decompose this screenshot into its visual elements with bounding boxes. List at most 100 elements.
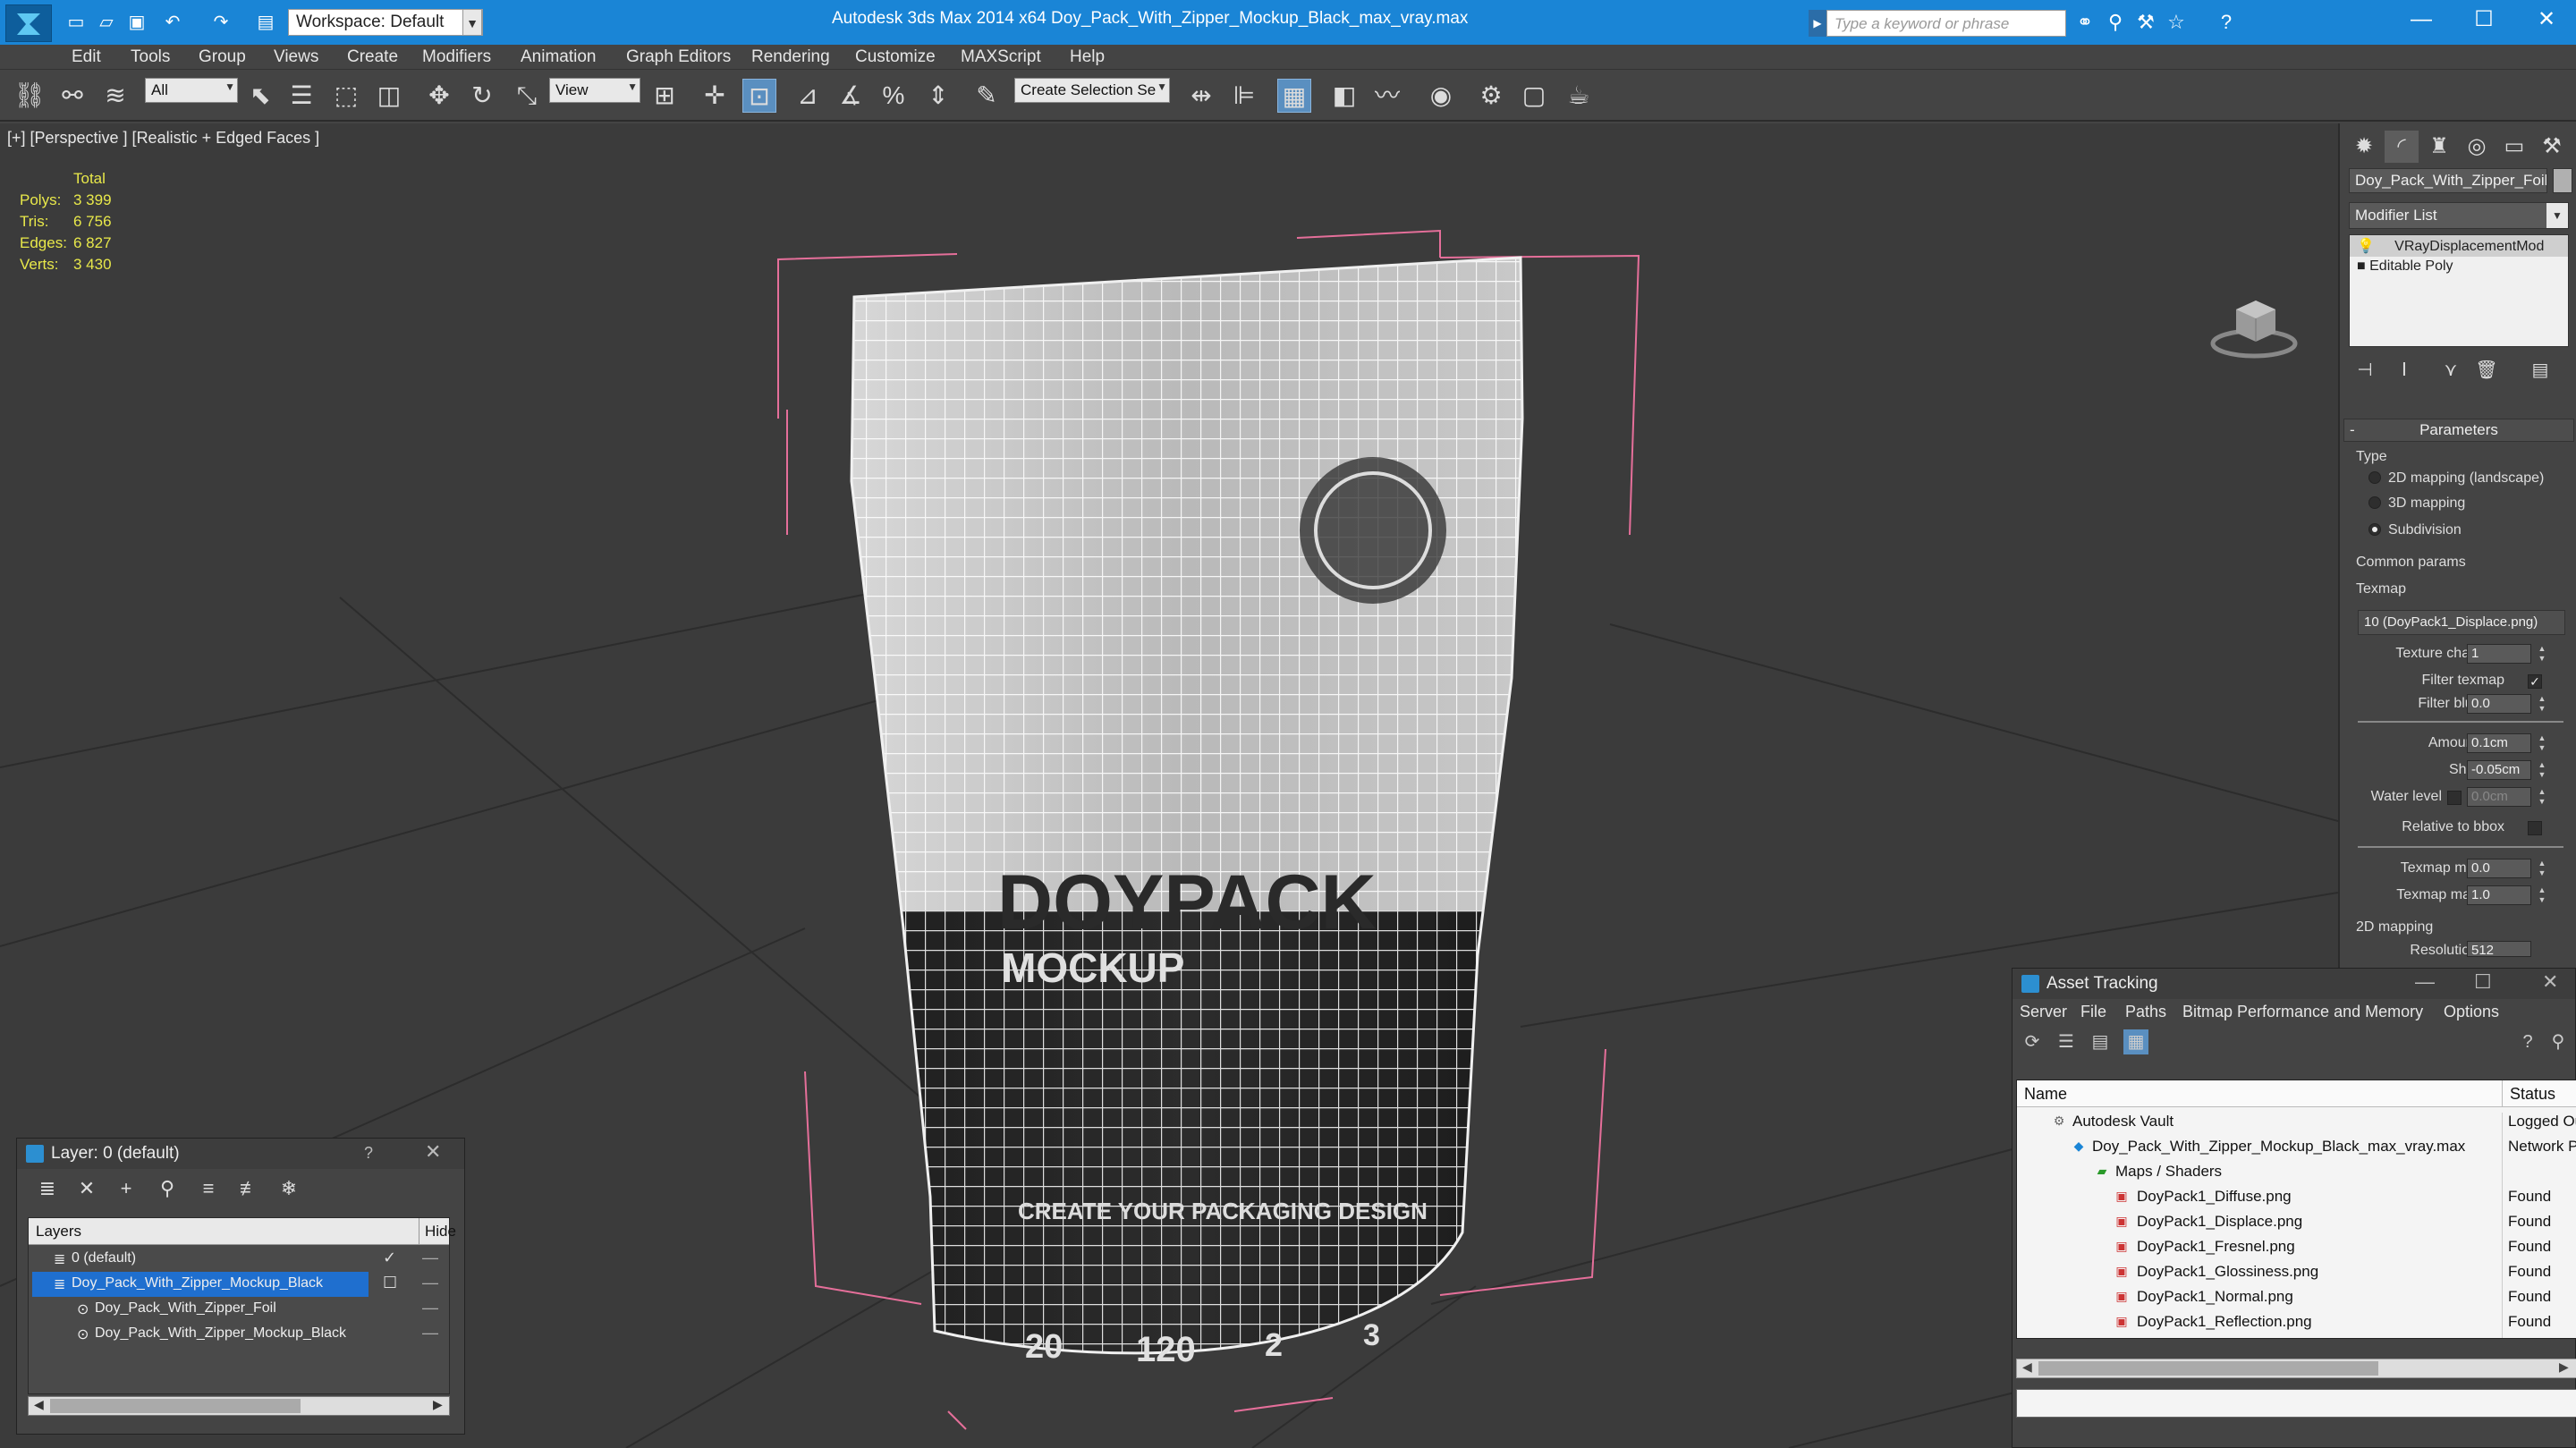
scroll-right-icon[interactable]: ▶ <box>2559 1359 2569 1375</box>
select-in-layer-icon[interactable]: ⚲ <box>155 1176 180 1201</box>
remove-modifier-icon[interactable]: 🗑 <box>2474 358 2499 383</box>
hide-toggle-icon[interactable]: — <box>422 1249 438 1267</box>
column-header-status[interactable]: Status <box>2502 1080 2555 1107</box>
pivot-center-icon[interactable]: ⊞ <box>648 79 682 113</box>
lightbulb-icon[interactable]: 💡 <box>2357 239 2375 254</box>
select-object-icon[interactable]: ⬉ <box>243 79 277 113</box>
material-editor-icon[interactable]: ◉ <box>1424 79 1458 113</box>
table-row[interactable]: ▣ DoyPack1_Displace.png Found <box>2017 1209 2576 1238</box>
scroll-right-icon[interactable]: ▶ <box>433 1397 443 1412</box>
viewport-label[interactable]: [+] [Perspective ] [Realistic + Edged Fa… <box>7 129 319 148</box>
modifier-stack-item[interactable]: ■ Editable Poly <box>2350 257 2568 278</box>
menu-graph-editors[interactable]: Graph Editors <box>626 47 731 67</box>
table-row[interactable]: ▰ Maps / Shaders <box>2017 1159 2576 1188</box>
object-color-swatch[interactable] <box>2553 168 2572 193</box>
rendered-frame-window-icon[interactable]: ▢ <box>1517 79 1551 113</box>
active-layer-check-icon[interactable]: ✓ <box>383 1249 396 1267</box>
spinner-snap-icon[interactable]: ⇕ <box>921 79 955 113</box>
menu-options[interactable]: Options <box>2444 1003 2499 1021</box>
move-icon[interactable]: ✥ <box>422 79 456 113</box>
hierarchy-tab-icon[interactable]: ♜ <box>2422 131 2456 163</box>
project-folder-icon[interactable]: ▤ <box>254 11 277 34</box>
hide-all-layers-icon[interactable]: ≢ <box>237 1176 262 1201</box>
help-button[interactable]: ? <box>364 1144 373 1163</box>
radio-3d-mapping[interactable]: 3D mapping <box>2368 495 2465 512</box>
table-row[interactable]: ▣ DoyPack1_Reflection.png Found <box>2017 1309 2576 1338</box>
display-tab-icon[interactable]: ▭ <box>2497 131 2531 163</box>
help-icon[interactable]: ? <box>2215 11 2238 34</box>
angle-snap-icon[interactable]: ∡ <box>834 79 868 113</box>
spinner-arrows-icon[interactable]: ▲ ▼ <box>2537 694 2547 714</box>
scene-explorer-icon[interactable]: ▦ <box>1277 79 1311 113</box>
app-logo-button[interactable] <box>5 4 52 42</box>
new-file-icon[interactable]: ▭ <box>64 11 88 34</box>
menu-rendering[interactable]: Rendering <box>751 47 830 67</box>
save-file-icon[interactable]: ▣ <box>125 11 148 34</box>
hide-toggle-icon[interactable]: — <box>422 1299 438 1317</box>
column-header-layers[interactable]: Layers <box>36 1223 81 1241</box>
scroll-left-icon[interactable]: ◀ <box>34 1397 44 1412</box>
menu-create[interactable]: Create <box>347 47 398 67</box>
texmap-max-spinner[interactable]: 1.0 <box>2467 885 2531 905</box>
menu-tools[interactable]: Tools <box>131 47 170 67</box>
select-by-name-icon[interactable]: ☰ <box>284 79 318 113</box>
scroll-left-icon[interactable]: ◀ <box>2022 1359 2032 1375</box>
modify-tab-icon[interactable]: ◜ <box>2385 131 2419 163</box>
layer-row-selected[interactable]: ≣ Doy_Pack_With_Zipper_Mockup_Black ☐ — <box>29 1272 449 1297</box>
edit-named-selection-icon[interactable]: ✎ <box>970 79 1004 113</box>
highlight-layer-icon[interactable]: ≡ <box>196 1176 221 1201</box>
layer-row[interactable]: ≣ 0 (default) ✓ — <box>29 1247 449 1272</box>
tree-view-icon[interactable]: ▤ <box>2088 1029 2113 1054</box>
table-row[interactable]: ▣ DoyPack1_Diffuse.png Found <box>2017 1184 2576 1213</box>
texmap-min-spinner[interactable]: 0.0 <box>2467 859 2531 878</box>
active-layer-toggle-icon[interactable]: ☐ <box>383 1274 397 1292</box>
workspace-dropdown[interactable]: Workspace: Default <box>288 9 483 36</box>
layer-row[interactable]: ⊙ Doy_Pack_With_Zipper_Mockup_Black — <box>29 1322 449 1347</box>
redo-icon[interactable]: ↷ <box>209 11 233 34</box>
spinner-arrows-icon[interactable]: ▲ ▼ <box>2537 859 2547 878</box>
make-unique-icon[interactable]: ⋎ <box>2438 358 2463 383</box>
pin-icon[interactable]: ⚲ <box>2546 1029 2571 1054</box>
shift-spinner[interactable]: -0.05cm <box>2467 760 2531 780</box>
window-crossing-icon[interactable]: ◫ <box>372 79 406 113</box>
named-selection-sets-dropdown[interactable]: Create Selection Se ▼ <box>1014 78 1170 103</box>
subscription-icon[interactable]: ⚒ <box>2134 11 2157 34</box>
spinner-arrows-icon[interactable]: ▲ ▼ <box>2537 733 2547 753</box>
unlink-icon[interactable]: ⚯ <box>55 79 89 113</box>
layer-window-titlebar[interactable]: Layer: 0 (default) ? ✕ <box>17 1139 464 1169</box>
reference-coordinate-dropdown[interactable]: View ▼ <box>549 78 640 103</box>
open-file-icon[interactable]: ▱ <box>95 11 118 34</box>
filter-texmap-checkbox[interactable]: ✓ <box>2528 674 2542 689</box>
asset-path-field[interactable] <box>2016 1389 2576 1418</box>
layer-manager-icon[interactable]: ◧ <box>1327 79 1361 113</box>
menu-modifiers[interactable]: Modifiers <box>422 47 491 67</box>
scale-icon[interactable]: ⤡ <box>510 79 544 113</box>
link-icon[interactable]: ⛓ <box>13 79 47 113</box>
list-view-icon[interactable]: ☰ <box>2054 1029 2079 1054</box>
menu-customize[interactable]: Customize <box>855 47 936 67</box>
menu-animation[interactable]: Animation <box>521 47 597 67</box>
hide-toggle-icon[interactable]: — <box>422 1324 438 1342</box>
asset-tracking-titlebar[interactable]: Asset Tracking — ☐ ✕ <box>2012 969 2575 999</box>
keyboard-shortcut-override-icon[interactable]: ⊡ <box>742 79 776 113</box>
close-button[interactable]: ✕ <box>425 1140 441 1164</box>
minimize-button[interactable]: — <box>2394 0 2449 39</box>
layer-row[interactable]: ⊙ Doy_Pack_With_Zipper_Foil — <box>29 1297 449 1322</box>
hide-toggle-icon[interactable]: — <box>422 1274 438 1292</box>
water-level-checkbox[interactable] <box>2447 791 2462 805</box>
communication-center-icon[interactable]: ⚲ <box>2104 11 2127 34</box>
menu-group[interactable]: Group <box>199 47 246 67</box>
column-header-hide[interactable]: Hide <box>419 1218 456 1245</box>
radio-2d-mapping[interactable]: 2D mapping (landscape) <box>2368 470 2544 487</box>
modifier-list-dropdown[interactable]: Modifier List ▼ <box>2349 202 2569 229</box>
viewcube[interactable] <box>2209 290 2299 361</box>
delete-layer-icon[interactable]: ✕ <box>74 1176 99 1201</box>
menu-paths[interactable]: Paths <box>2125 1003 2166 1021</box>
filter-blur-spinner[interactable]: 0.0 <box>2467 694 2531 714</box>
create-tab-icon[interactable]: ✹ <box>2347 131 2381 163</box>
table-row[interactable]: ⚙ Autodesk Vault Logged Ou <box>2017 1109 2576 1138</box>
rotate-icon[interactable]: ↻ <box>465 79 499 113</box>
help-icon[interactable]: ? <box>2515 1029 2540 1054</box>
refresh-icon[interactable]: ⟳ <box>2020 1029 2045 1054</box>
table-row[interactable]: ▣ DoyPack1_Glossiness.png Found <box>2017 1259 2576 1288</box>
